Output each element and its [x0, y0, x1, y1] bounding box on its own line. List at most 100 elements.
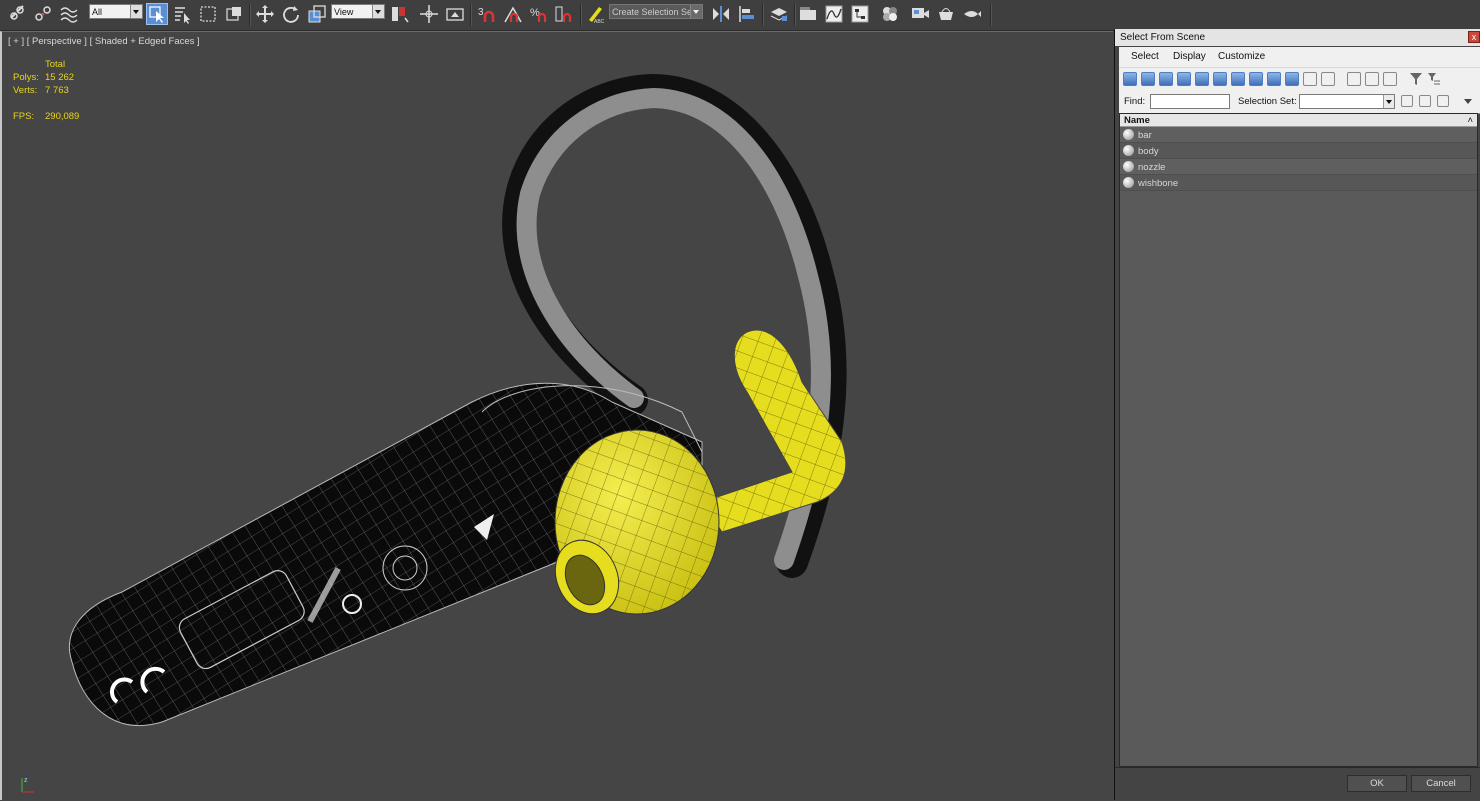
geometry-object-icon [1123, 145, 1134, 156]
reference-coordinate-value: View [334, 7, 354, 17]
select-by-name-icon[interactable] [171, 3, 193, 25]
align-icon[interactable] [736, 3, 758, 25]
spinner-snap-toggle-icon[interactable] [553, 3, 575, 25]
select-and-manipulate-icon[interactable] [418, 3, 440, 25]
svg-text:ABC: ABC [594, 19, 605, 24]
display-bones-icon[interactable] [1267, 72, 1281, 86]
unlink-selection-icon[interactable] [32, 3, 54, 25]
keyboard-shortcut-override-icon[interactable] [444, 3, 466, 25]
select-none-icon[interactable] [1365, 72, 1379, 86]
use-pivot-point-icon[interactable] [389, 3, 411, 25]
display-containers-icon[interactable] [1285, 72, 1299, 86]
toolbar-separator [794, 4, 796, 26]
dialog-title-bar[interactable]: Select From Scene x [1115, 29, 1480, 46]
object-name: body [1138, 146, 1159, 157]
display-helpers-icon[interactable] [1195, 72, 1209, 86]
selection-set-dropdown[interactable] [1299, 94, 1395, 109]
geometry-object-icon [1123, 161, 1134, 172]
list-item[interactable]: bar [1120, 127, 1477, 143]
selection-filter-value: All [92, 7, 103, 17]
mirror-icon[interactable] [710, 3, 732, 25]
reference-coordinate-dropdown[interactable]: View [331, 4, 385, 19]
percent-snap-toggle-icon[interactable]: % [528, 3, 550, 25]
material-editor-icon[interactable] [879, 3, 901, 25]
select-and-move-icon[interactable] [254, 3, 276, 25]
display-space-warps-icon[interactable] [1213, 72, 1227, 86]
menu-select[interactable]: Select [1131, 51, 1159, 62]
cancel-button[interactable]: Cancel [1411, 775, 1471, 792]
dialog-menu-bar: Select Display Customize [1119, 47, 1480, 67]
toolbar-separator [990, 4, 992, 26]
add-to-selection-set-icon[interactable] [1419, 95, 1431, 107]
axis-z-label: z [24, 777, 28, 784]
geometry-object-icon [1123, 129, 1134, 140]
create-selection-set-icon[interactable] [1401, 95, 1413, 107]
display-frozen-icon[interactable] [1303, 72, 1317, 86]
toolbar-separator [249, 4, 251, 26]
manage-layers-icon[interactable] [768, 3, 790, 25]
display-xrefs-icon[interactable] [1249, 72, 1263, 86]
perspective-viewport[interactable]: [ + ] [ Perspective ] [ Shaded + Edged F… [0, 31, 1113, 800]
selection-filter-dropdown[interactable]: All [89, 4, 143, 19]
dialog-close-button[interactable]: x [1468, 31, 1480, 43]
selection-set-label: Selection Set: [1238, 96, 1297, 107]
toolbar-separator [470, 4, 472, 26]
display-hidden-icon[interactable] [1321, 72, 1335, 86]
select-and-rotate-icon[interactable] [280, 3, 302, 25]
axis-tripod-icon: z [21, 777, 34, 793]
menu-customize[interactable]: Customize [1218, 51, 1265, 62]
snaps-toggle-icon[interactable]: 3 [476, 3, 498, 25]
curve-editor-icon[interactable] [823, 3, 845, 25]
select-and-scale-icon[interactable] [306, 3, 328, 25]
select-invert-icon[interactable] [1383, 72, 1397, 86]
rectangular-selection-icon[interactable] [197, 3, 219, 25]
display-shapes-icon[interactable] [1141, 72, 1155, 86]
display-geometry-icon[interactable] [1123, 72, 1137, 86]
named-selection-placeholder: Create Selection Se [612, 7, 693, 17]
find-input[interactable] [1150, 94, 1230, 109]
dialog-button-bar: OK Cancel [1115, 767, 1480, 801]
list-item[interactable]: nozzle [1120, 159, 1477, 175]
geometry-object-icon [1123, 177, 1134, 188]
filter-icon[interactable] [1409, 72, 1423, 86]
toolbar-separator [762, 4, 764, 26]
dialog-title: Select From Scene [1120, 32, 1206, 43]
main-toolbar: All View 3 % ABC Create Selection Se [0, 0, 1480, 31]
edit-named-selection-icon[interactable]: ABC [584, 3, 606, 25]
select-all-icon[interactable] [1347, 72, 1361, 86]
display-cameras-icon[interactable] [1177, 72, 1191, 86]
select-from-scene-dialog: Select From Scene x Select Display Custo… [1114, 29, 1480, 801]
list-header-name[interactable]: Name ˄ [1120, 114, 1477, 127]
schematic-view-icon[interactable] [849, 3, 871, 25]
window-crossing-icon[interactable] [223, 3, 245, 25]
rendered-frame-window-icon[interactable] [935, 3, 957, 25]
ok-button[interactable]: OK [1347, 775, 1407, 792]
object-name: wishbone [1138, 178, 1179, 189]
toolbar-separator [580, 4, 582, 26]
object-name: bar [1138, 130, 1152, 141]
find-label: Find: [1124, 96, 1146, 107]
object-name: nozzle [1138, 162, 1166, 173]
list-item[interactable]: wishbone [1120, 175, 1477, 191]
display-lights-icon[interactable] [1159, 72, 1173, 86]
render-production-icon[interactable] [961, 3, 983, 25]
snap-number: 3 [478, 7, 484, 18]
headset-3d-model[interactable] [2, 32, 1113, 800]
dialog-find-row: Find: Selection Set: [1119, 91, 1480, 114]
select-object-icon[interactable] [146, 3, 168, 25]
angle-snap-toggle-icon[interactable] [502, 3, 524, 25]
dialog-filter-toolbar [1119, 67, 1480, 92]
remove-from-selection-set-icon[interactable] [1437, 95, 1449, 107]
select-and-link-icon[interactable] [6, 3, 28, 25]
list-header-label: Name [1124, 115, 1150, 126]
toggle-ribbon-icon[interactable] [797, 3, 819, 25]
filter-options-icon[interactable] [1427, 72, 1441, 86]
named-selection-sets-dropdown[interactable]: Create Selection Se [609, 4, 703, 19]
find-row-expand-icon[interactable] [1464, 99, 1472, 105]
scene-object-list[interactable]: Name ˄ bar body nozzle wishbone [1119, 113, 1478, 767]
display-groups-icon[interactable] [1231, 72, 1245, 86]
list-item[interactable]: body [1120, 143, 1477, 159]
render-setup-icon[interactable] [909, 3, 931, 25]
bind-to-space-warp-icon[interactable] [58, 3, 80, 25]
menu-display[interactable]: Display [1173, 51, 1206, 62]
